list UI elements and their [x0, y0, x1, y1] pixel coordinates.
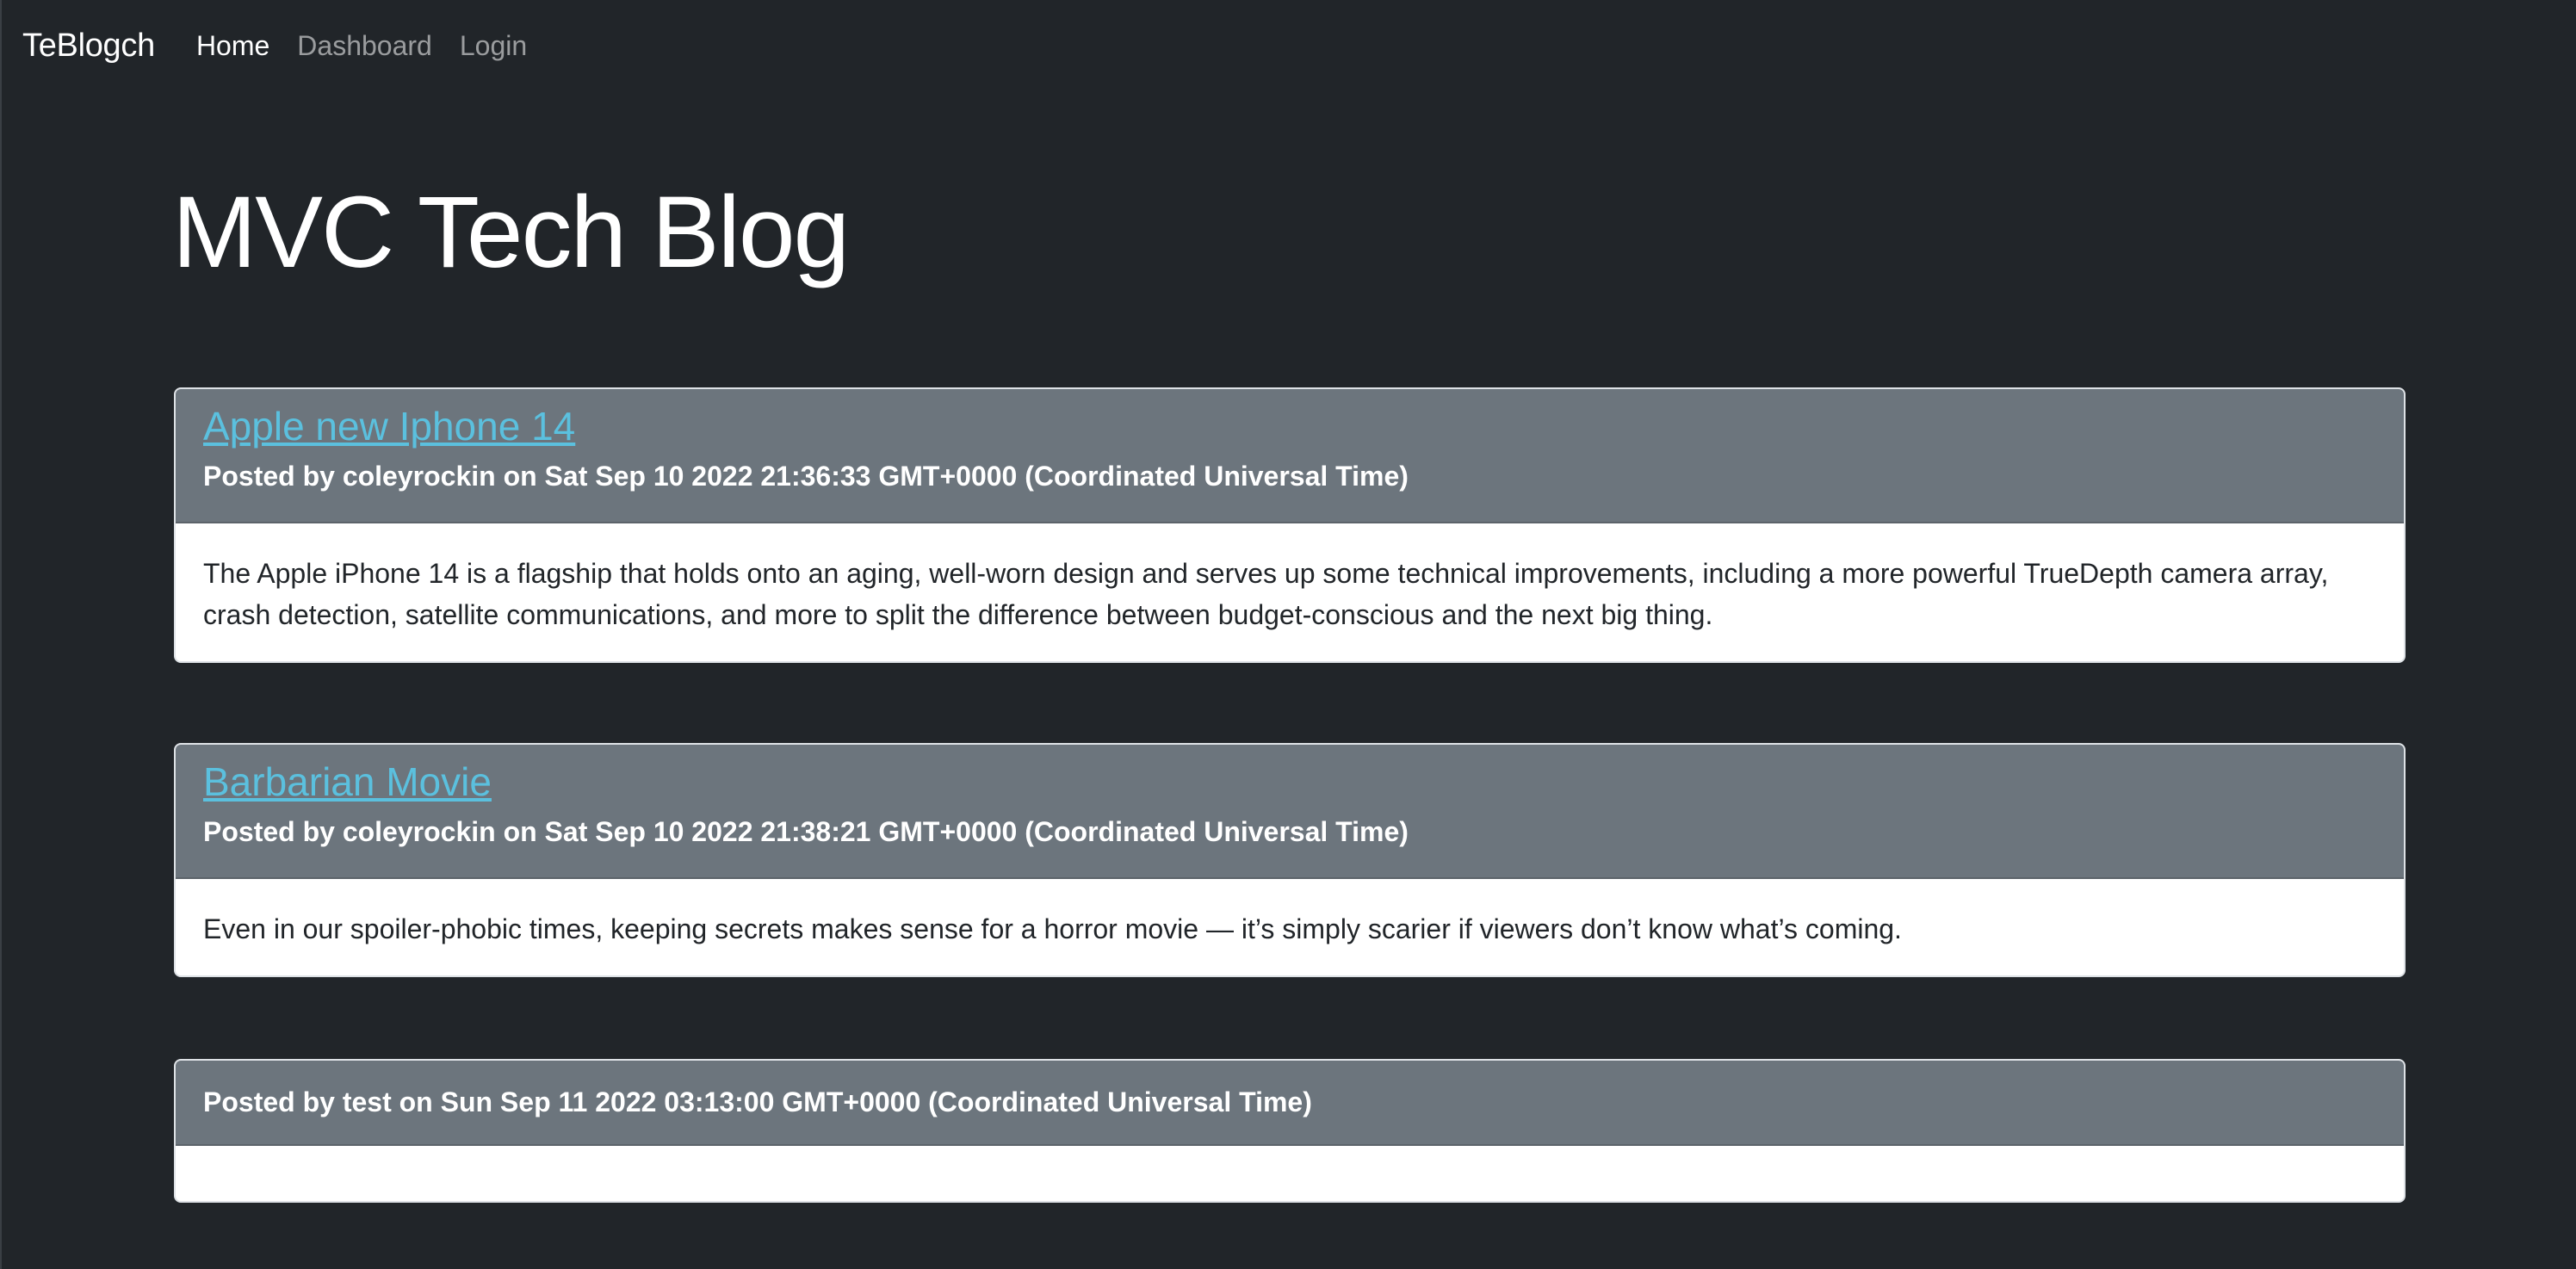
post-title-link[interactable]: Apple new Iphone 14	[203, 403, 575, 450]
post-meta: Posted by coleyrockin on Sat Sep 10 2022…	[203, 461, 1409, 492]
post-card-header: Barbarian Movie Posted by coleyrockin on…	[176, 745, 2404, 879]
post-card: Barbarian Movie Posted by coleyrockin on…	[174, 743, 2406, 977]
post-meta: Posted by coleyrockin on Sat Sep 10 2022…	[203, 816, 1409, 848]
post-card-header: Posted by test on Sun Sep 11 2022 03:13:…	[176, 1061, 2404, 1146]
post-card: Posted by test on Sun Sep 11 2022 03:13:…	[174, 1059, 2406, 1203]
post-title-link[interactable]: Barbarian Movie	[203, 758, 492, 806]
nav-link-login[interactable]: Login	[460, 30, 527, 62]
brand-link[interactable]: TeBlogch	[22, 28, 155, 65]
post-body: The Apple iPhone 14 is a flagship that h…	[203, 558, 2329, 630]
post-card: Apple new Iphone 14 Posted by coleyrocki…	[174, 387, 2406, 663]
top-navbar: TeBlogch Home Dashboard Login	[2, 0, 2576, 91]
nav-link-home[interactable]: Home	[196, 30, 269, 62]
page-title: MVC Tech Blog	[172, 176, 850, 289]
post-meta: Posted by test on Sun Sep 11 2022 03:13:…	[203, 1086, 1312, 1118]
nav-link-dashboard[interactable]: Dashboard	[297, 30, 432, 62]
post-card-header: Apple new Iphone 14 Posted by coleyrocki…	[176, 389, 2404, 523]
post-body	[176, 1146, 2404, 1201]
post-body: Even in our spoiler-phobic times, keepin…	[203, 913, 1902, 944]
